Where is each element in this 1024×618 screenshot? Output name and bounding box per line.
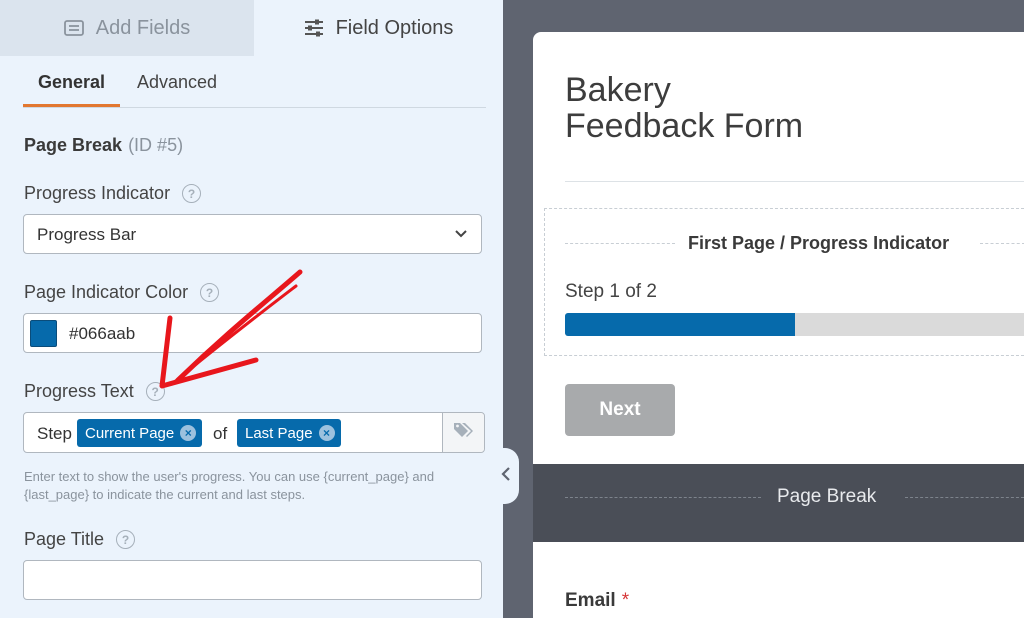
page-break-label: Page Break [777, 486, 877, 507]
remove-tag-icon[interactable]: × [318, 425, 335, 441]
heading-dash-right [980, 243, 1024, 244]
field-id-label: (ID #5) [128, 135, 184, 155]
indicator-color-value: #066aab [69, 324, 136, 343]
heading-dash-left [565, 243, 675, 244]
progress-bar-fill [565, 313, 795, 336]
required-mark: * [621, 590, 630, 611]
email-field-label: Email * [565, 590, 629, 612]
options-subtabs: General Advanced [23, 56, 486, 108]
collapse-chevron-icon [500, 466, 512, 487]
indicator-color-label-row: Page Indicator Color ? [24, 282, 220, 303]
tab-add-fields-label: Add Fields [95, 16, 191, 39]
progress-text-label-row: Progress Text ? [24, 381, 165, 402]
sliders-icon [304, 19, 324, 37]
step-text: Step 1 of 2 [565, 281, 657, 302]
next-button[interactable]: Next [565, 384, 675, 436]
progress-indicator-label-row: Progress Indicator ? [24, 183, 202, 204]
page-heading: First Page / Progress Indicator [688, 233, 950, 253]
tab-field-options[interactable]: Field Options [254, 0, 503, 56]
last-page-tag[interactable]: Last Page × [237, 419, 341, 447]
form-title: Bakery Feedback Form [565, 72, 803, 144]
help-icon[interactable]: ? [145, 382, 165, 401]
page-title-label-row: Page Title ? [24, 529, 136, 550]
help-icon[interactable]: ? [182, 184, 202, 203]
form-preview-page-2: Email * [533, 542, 1024, 618]
field-type-label: Page Break [24, 135, 123, 155]
current-page-tag-label: Current Page [85, 424, 175, 442]
help-icon[interactable]: ? [116, 530, 136, 549]
current-page-tag[interactable]: Current Page × [77, 419, 203, 447]
progress-text-input[interactable]: Step Current Page × of Last Page × [23, 412, 485, 453]
list-icon [63, 20, 84, 36]
progress-indicator-select[interactable]: Progress Bar [23, 214, 482, 254]
subtab-general[interactable]: General [38, 72, 105, 93]
form-title-line-2: Feedback Form [565, 107, 804, 145]
tab-field-options-label: Field Options [335, 16, 454, 39]
smart-tags-button[interactable] [442, 413, 484, 452]
active-subtab-indicator [23, 104, 120, 107]
page-title-label: Page Title [24, 529, 105, 549]
progress-text-prefix: Step [37, 424, 72, 443]
progress-text-description: Enter text to show the user's progress. … [24, 469, 435, 502]
page-indicator-field[interactable]: First Page / Progress Indicator Step 1 o… [544, 208, 1024, 356]
form-title-line-1: Bakery [565, 71, 671, 109]
page-title-input[interactable] [23, 560, 482, 600]
collapse-panel-toggle[interactable] [493, 448, 519, 504]
subtab-advanced[interactable]: Advanced [137, 72, 217, 93]
form-preview-card: Bakery Feedback Form First Page / Progre… [533, 32, 1024, 464]
tab-add-fields[interactable]: Add Fields [0, 0, 254, 56]
progress-indicator-label: Progress Indicator [24, 183, 171, 203]
page-break-divider[interactable]: Page Break [533, 464, 1024, 542]
email-label: Email [565, 590, 616, 611]
progress-text-label: Progress Text [24, 381, 134, 401]
field-heading: Page Break (ID #5) [24, 135, 183, 156]
progress-bar [565, 313, 1024, 336]
indicator-color-label: Page Indicator Color [24, 282, 189, 302]
indicator-color-input[interactable]: #066aab [23, 313, 482, 353]
title-divider [565, 181, 1024, 182]
page-break-dash-right [905, 497, 1024, 498]
remove-tag-icon[interactable]: × [180, 425, 197, 441]
page-break-dash-left [565, 497, 761, 498]
field-options-panel: Add Fields Field Options General Advance… [0, 0, 503, 618]
progress-indicator-value: Progress Bar [37, 225, 137, 244]
color-swatch[interactable] [30, 320, 57, 347]
tags-icon [453, 421, 475, 444]
panel-top-tabs: Add Fields Field Options [0, 0, 503, 56]
progress-text-middle: of [213, 424, 228, 443]
help-icon[interactable]: ? [200, 283, 220, 302]
chevron-down-icon [453, 226, 469, 247]
last-page-tag-label: Last Page [245, 424, 313, 442]
